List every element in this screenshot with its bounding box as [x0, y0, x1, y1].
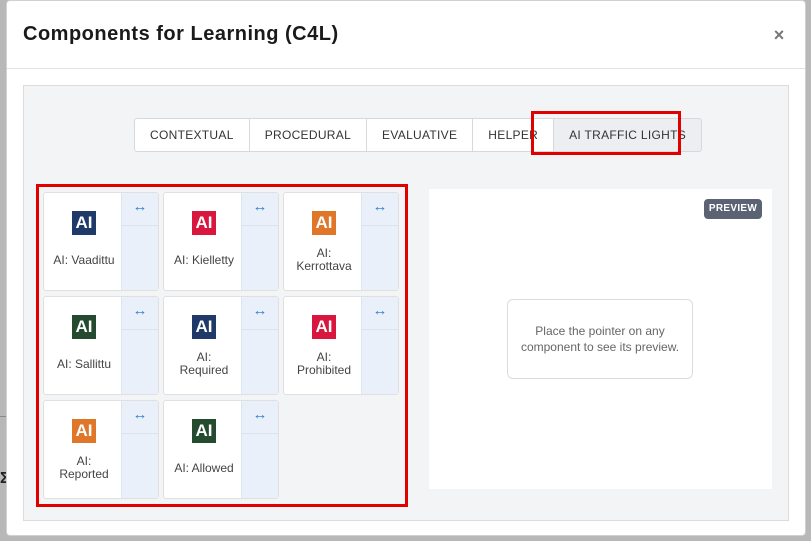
card-side-panel: ↔ — [121, 401, 158, 498]
preview-badge: PREVIEW — [704, 199, 762, 219]
close-button[interactable]: × — [769, 23, 789, 47]
category-tabs: CONTEXTUAL PROCEDURAL EVALUATIVE HELPER … — [134, 118, 703, 152]
component-card-prohibited[interactable]: AI AI: Prohibited ↔ — [283, 296, 399, 395]
ai-badge-icon: AI — [192, 419, 216, 443]
expand-button[interactable]: ↔ — [242, 193, 278, 226]
card-side-panel: ↔ — [121, 193, 158, 290]
component-label: AI: Vaadittu — [53, 253, 115, 267]
expand-arrows-icon: ↔ — [132, 198, 148, 215]
tab-contextual[interactable]: CONTEXTUAL — [134, 118, 250, 152]
preview-pane: PREVIEW Place the pointer on any compone… — [429, 189, 772, 489]
tab-helper[interactable]: HELPER — [472, 118, 555, 152]
card-side-panel: ↔ — [241, 297, 278, 394]
ai-badge-icon: AI — [72, 419, 96, 443]
tab-evaluative[interactable]: EVALUATIVE — [366, 118, 474, 152]
expand-arrows-icon: ↔ — [252, 302, 268, 319]
component-label: Kerrottava — [296, 259, 352, 273]
ai-badge-icon: AI — [72, 211, 96, 235]
component-label: AI: Kielletty — [173, 253, 235, 267]
ai-badge-icon: AI — [72, 315, 96, 339]
expand-arrows-icon: ↔ — [372, 198, 388, 215]
ai-badge-icon: AI — [312, 315, 336, 339]
modal-title: Components for Learning (C4L) — [23, 23, 339, 45]
ai-badge-icon: AI — [192, 315, 216, 339]
card-side-panel: ↔ — [121, 297, 158, 394]
c4l-modal: Components for Learning (C4L) × CONTEXTU… — [6, 0, 806, 536]
component-card-kielletty[interactable]: AI AI: Kielletty ↔ — [163, 192, 279, 291]
expand-button[interactable]: ↔ — [242, 297, 278, 330]
expand-arrows-icon: ↔ — [252, 198, 268, 215]
component-card-required[interactable]: AI AI: Required ↔ — [163, 296, 279, 395]
component-card-reported[interactable]: AI AI: Reported ↔ — [43, 400, 159, 499]
card-side-panel: ↔ — [361, 297, 398, 394]
expand-button[interactable]: ↔ — [122, 297, 158, 330]
expand-button[interactable]: ↔ — [242, 401, 278, 434]
component-label: AI: Allowed — [174, 461, 234, 475]
expand-arrows-icon: ↔ — [132, 406, 148, 423]
ai-badge-icon: AI — [192, 211, 216, 235]
tab-ai-traffic-lights[interactable]: AI TRAFFIC LIGHTS — [553, 118, 703, 152]
expand-button[interactable]: ↔ — [362, 297, 398, 330]
component-card-kerrottava[interactable]: AI AI: Kerrottava ↔ — [283, 192, 399, 291]
component-label: Prohibited — [296, 363, 352, 377]
component-card-allowed[interactable]: AI AI: Allowed ↔ — [163, 400, 279, 499]
modal-body: CONTEXTUAL PROCEDURAL EVALUATIVE HELPER … — [23, 85, 789, 521]
component-card-sallittu[interactable]: AI AI: Sallittu ↔ — [43, 296, 159, 395]
card-side-panel: ↔ — [241, 401, 278, 498]
expand-arrows-icon: ↔ — [372, 302, 388, 319]
preview-hint: Place the pointer on any component to se… — [507, 299, 693, 379]
component-card-vaadittu[interactable]: AI AI: Vaadittu ↔ — [43, 192, 159, 291]
component-label: Required — [179, 363, 229, 377]
expand-button[interactable]: ↔ — [122, 401, 158, 434]
card-side-panel: ↔ — [361, 193, 398, 290]
expand-arrows-icon: ↔ — [252, 406, 268, 423]
expand-arrows-icon: ↔ — [132, 302, 148, 319]
expand-button[interactable]: ↔ — [362, 193, 398, 226]
component-label: AI: Sallittu — [56, 357, 112, 371]
modal-header: Components for Learning (C4L) × — [7, 1, 805, 69]
component-label: Reported — [59, 467, 109, 481]
ai-badge-icon: AI — [312, 211, 336, 235]
expand-button[interactable]: ↔ — [122, 193, 158, 226]
tab-procedural[interactable]: PROCEDURAL — [248, 118, 368, 152]
card-side-panel: ↔ — [241, 193, 278, 290]
